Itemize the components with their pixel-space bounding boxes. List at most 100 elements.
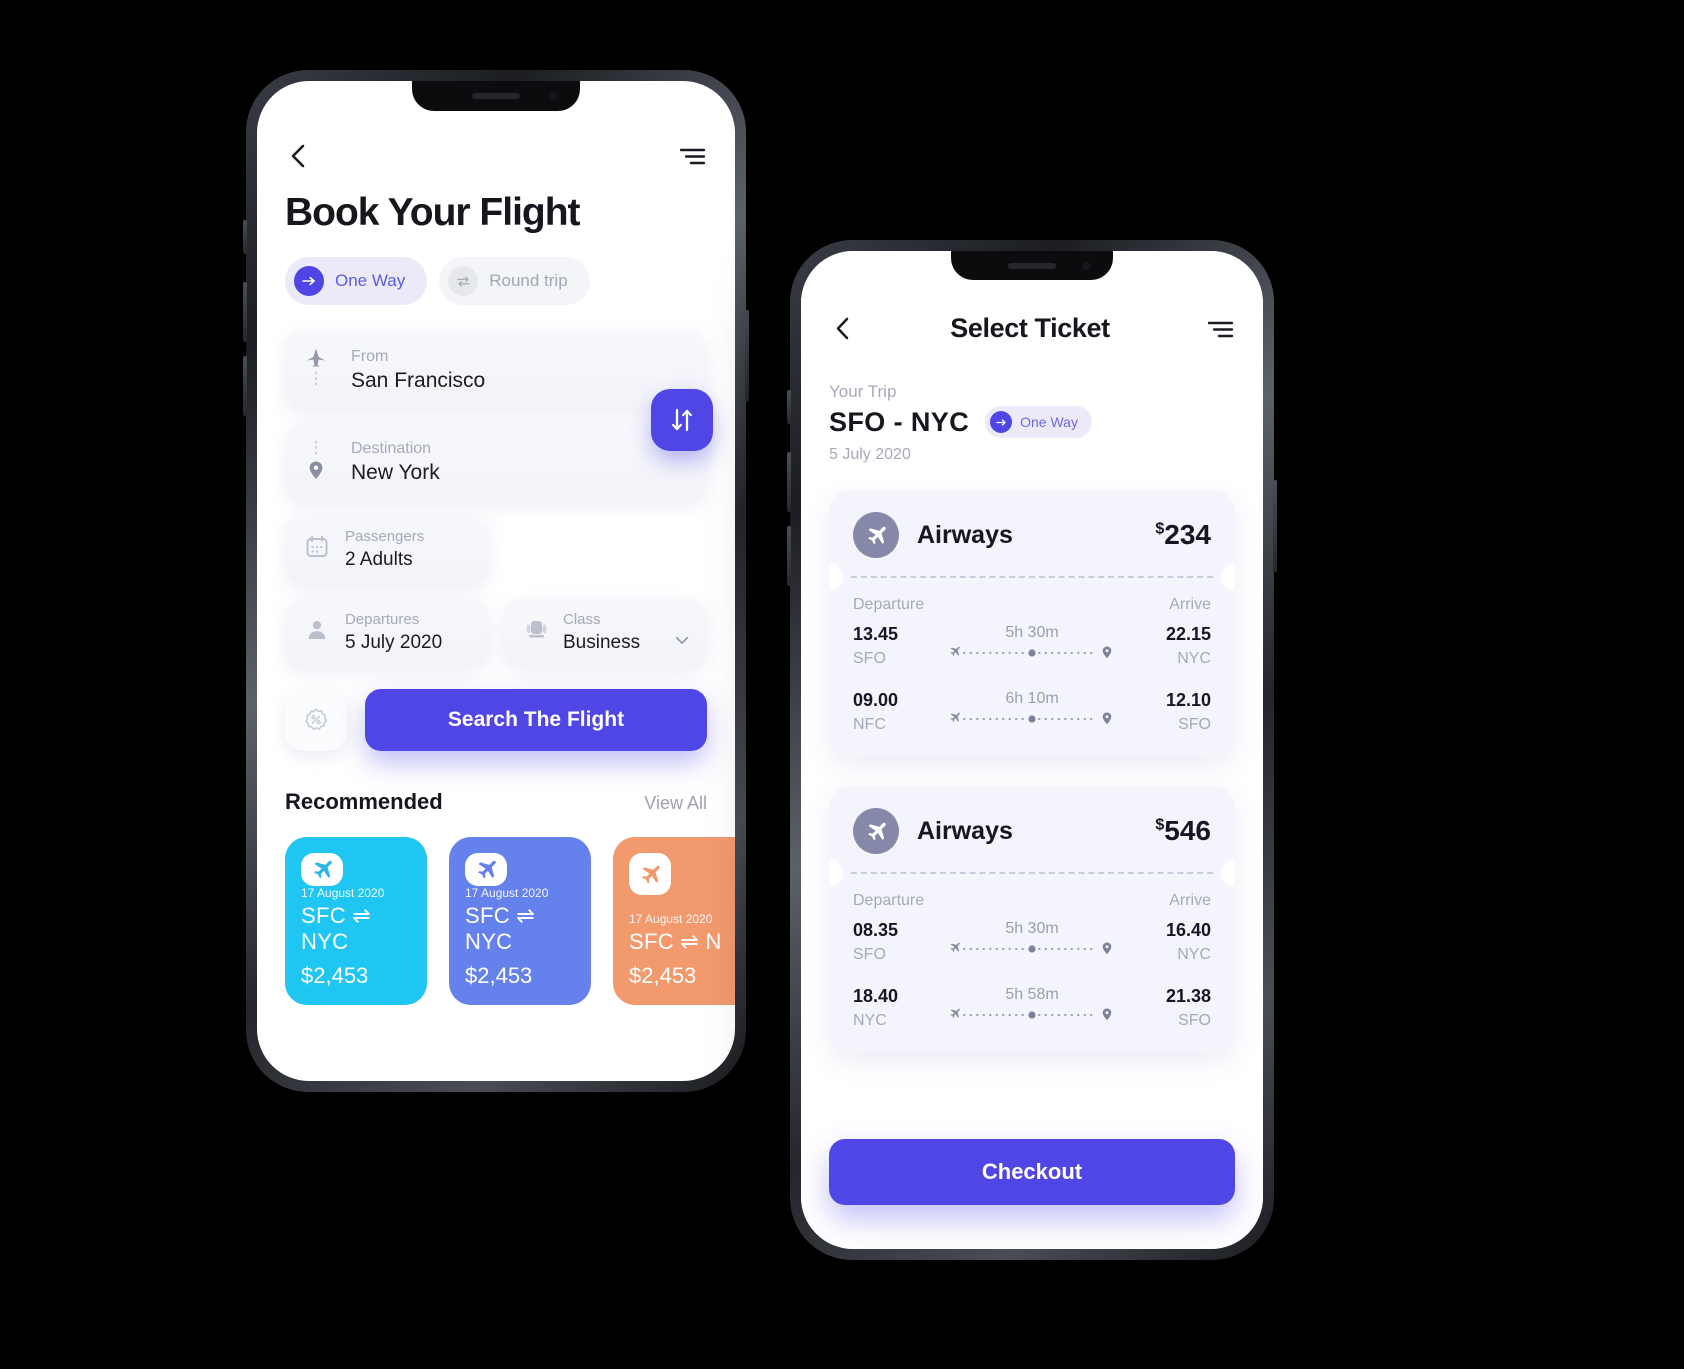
promo-code-button[interactable] bbox=[285, 688, 347, 751]
recommended-card[interactable]: 17 August 2020 SFC ⇌ N $2,453 bbox=[613, 836, 735, 1005]
page-title: Book Your Flight bbox=[285, 191, 581, 234]
destination-field-label: Destination bbox=[351, 440, 432, 457]
plane-icon bbox=[465, 852, 507, 886]
leg-route-graphic: 6h 10m bbox=[927, 690, 1137, 728]
swap-route-button[interactable] bbox=[651, 389, 713, 451]
flight-leg: 18.40 NYC 5h 58m 21.38 SFO bbox=[853, 986, 1211, 1030]
recommended-card-price: $2,453 bbox=[629, 962, 697, 988]
back-icon[interactable] bbox=[829, 316, 855, 342]
arrive-column-header: Arrive bbox=[1169, 596, 1211, 613]
departures-field[interactable]: Departures 5 July 2020 bbox=[285, 597, 489, 667]
recommended-card-list[interactable]: 17 August 2020 SFC ⇌ NYC $2,453 17 Augus… bbox=[285, 836, 735, 1005]
airline-name: Airways bbox=[917, 816, 1013, 845]
destination-field[interactable]: Destination New York bbox=[285, 423, 707, 501]
recommended-card-route: SFC ⇌ NYC bbox=[301, 902, 372, 954]
ticket-list: Airways $234 Departure Arrive 13.45 SFO … bbox=[829, 490, 1235, 1052]
plane-icon bbox=[301, 852, 343, 886]
ticket-price: $234 bbox=[1155, 519, 1211, 551]
recommended-header: Recommended View All bbox=[285, 789, 707, 815]
swap-vertical-icon bbox=[672, 408, 692, 432]
leg-departure: 08.35 SFO bbox=[853, 920, 927, 964]
leg-arrival-time: 22.15 bbox=[1165, 624, 1211, 644]
phone2-mute-switch bbox=[787, 390, 791, 424]
class-cell: Class Business bbox=[503, 597, 707, 667]
trip-date: 5 July 2020 bbox=[829, 446, 911, 463]
screenshot-stage: Book Your Flight One Way Round trip From… bbox=[0, 0, 1684, 1369]
departures-cell: Departures 5 July 2020 bbox=[285, 597, 489, 667]
recommended-card[interactable]: 17 August 2020 SFC ⇌ NYC $2,453 bbox=[449, 836, 591, 1005]
back-icon[interactable] bbox=[285, 143, 311, 169]
ticket-price-value: 546 bbox=[1164, 815, 1211, 846]
plane-icon bbox=[629, 852, 671, 895]
trip-type-badge-label: One Way bbox=[1020, 414, 1078, 430]
route-path bbox=[931, 1006, 1133, 1024]
hamburger-menu-icon[interactable] bbox=[677, 145, 707, 167]
front-camera-icon bbox=[549, 91, 558, 101]
recommended-card[interactable]: 17 August 2020 SFC ⇌ NYC $2,453 bbox=[285, 836, 427, 1005]
ticket-header: Airways $234 bbox=[829, 490, 1235, 576]
phone2-notch bbox=[951, 251, 1113, 280]
ticket-card[interactable]: Airways $234 Departure Arrive 13.45 SFO … bbox=[829, 490, 1235, 756]
airline-name: Airways bbox=[917, 520, 1013, 549]
leg-arrival-code: NYC bbox=[1177, 946, 1211, 963]
trip-route-code: SFO - NYC bbox=[829, 406, 970, 437]
search-cta-row: Search The Flight bbox=[285, 688, 707, 751]
class-field[interactable]: Class Business bbox=[503, 597, 707, 667]
from-field[interactable]: From San Francisco bbox=[285, 331, 707, 409]
destination-field-value: New York bbox=[351, 461, 440, 484]
trip-type-tabs: One Way Round trip bbox=[285, 257, 707, 305]
plane-icon bbox=[853, 512, 899, 558]
recommended-card-date: 17 August 2020 bbox=[301, 885, 385, 900]
leg-arrival-time: 21.38 bbox=[1165, 986, 1211, 1006]
hamburger-menu-icon[interactable] bbox=[1205, 318, 1235, 340]
departures-field-label: Departures bbox=[345, 610, 420, 628]
tab-one-way-label: One Way bbox=[335, 271, 406, 290]
passengers-field[interactable]: Passengers 2 Adults bbox=[285, 515, 489, 584]
route-path bbox=[931, 710, 1133, 728]
route-path bbox=[931, 940, 1133, 958]
from-field-value: San Francisco bbox=[351, 369, 486, 392]
leg-departure-time: 09.00 bbox=[853, 690, 899, 710]
leg-arrival-time: 12.10 bbox=[1165, 690, 1211, 710]
book-flight-screen: Book Your Flight One Way Round trip From… bbox=[257, 81, 735, 1081]
checkout-button[interactable]: Checkout bbox=[829, 1139, 1235, 1205]
plane-takeoff-icon bbox=[305, 346, 327, 395]
ticket-perforation bbox=[829, 563, 1235, 591]
select-ticket-screen: Select Ticket Your Trip SFO - NYC One Wa… bbox=[801, 251, 1263, 1249]
search-flight-button[interactable]: Search The Flight bbox=[365, 688, 707, 751]
leg-arrival: 21.38 SFO bbox=[1137, 986, 1211, 1030]
route-fields: From San Francisco Destination New York bbox=[285, 331, 713, 501]
chevron-down-icon[interactable] bbox=[675, 632, 689, 650]
leg-duration: 5h 30m bbox=[1005, 920, 1059, 937]
ticket-card[interactable]: Airways $546 Departure Arrive 08.35 SFO … bbox=[829, 786, 1235, 1052]
speaker-grille bbox=[472, 93, 520, 99]
phone1-volume-down-button bbox=[243, 356, 247, 416]
view-all-link[interactable]: View All bbox=[644, 793, 707, 814]
ticket-header: Airways $546 bbox=[829, 786, 1235, 872]
leg-duration: 6h 10m bbox=[1005, 690, 1059, 707]
recommended-card-date: 17 August 2020 bbox=[629, 911, 713, 926]
your-trip-summary: Your Trip SFO - NYC One Way 5 July 2020 bbox=[829, 382, 1235, 464]
arrow-right-icon bbox=[294, 266, 324, 296]
leg-route-graphic: 5h 30m bbox=[927, 624, 1137, 662]
phone2-volume-up-button bbox=[787, 452, 791, 512]
tab-one-way[interactable]: One Way bbox=[285, 257, 428, 305]
leg-arrival: 22.15 NYC bbox=[1137, 624, 1211, 668]
leg-departure: 13.45 SFO bbox=[853, 624, 927, 668]
recommended-card-price: $2,453 bbox=[465, 962, 533, 988]
phone2-screen: Select Ticket Your Trip SFO - NYC One Wa… bbox=[801, 251, 1263, 1249]
page-title: Select Ticket bbox=[950, 313, 1110, 343]
from-field-label: From bbox=[351, 348, 389, 365]
class-field-label: Class bbox=[563, 610, 601, 628]
trip-type-badge[interactable]: One Way bbox=[985, 406, 1092, 438]
departures-class-row: Departures 5 July 2020 Class Business bbox=[285, 597, 707, 667]
ticket-currency: $ bbox=[1155, 816, 1165, 834]
leg-arrival-code: SFO bbox=[1178, 716, 1211, 733]
leg-route-graphic: 5h 30m bbox=[927, 920, 1137, 958]
departures-field-value: 5 July 2020 bbox=[345, 631, 443, 653]
your-trip-label: Your Trip bbox=[829, 382, 897, 401]
passengers-field-value: 2 Adults bbox=[345, 548, 413, 570]
tab-round-trip[interactable]: Round trip bbox=[439, 257, 590, 305]
passengers-field-label: Passengers bbox=[345, 528, 425, 545]
leg-duration: 5h 58m bbox=[1005, 986, 1059, 1003]
